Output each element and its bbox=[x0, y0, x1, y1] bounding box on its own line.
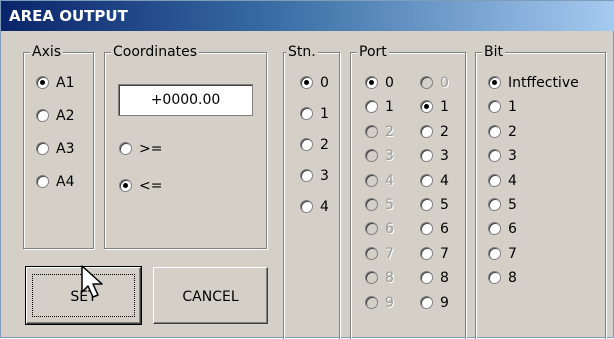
radio-circle-icon bbox=[36, 142, 49, 155]
radio-label: 0 bbox=[320, 75, 329, 91]
radio-label: 7 bbox=[508, 245, 517, 262]
radio-label: 2 bbox=[440, 123, 449, 140]
coordinates-group-label: Coordinates bbox=[111, 42, 200, 62]
radio-circle-icon bbox=[36, 76, 49, 89]
radio-circle-icon bbox=[488, 246, 501, 260]
radio-label: A1 bbox=[56, 75, 75, 91]
port-group-label: Port bbox=[357, 42, 389, 62]
radio-circle-icon bbox=[420, 173, 433, 187]
radio-label: >= bbox=[139, 141, 163, 157]
radio-circle-icon bbox=[420, 246, 433, 260]
radio-label: 0 bbox=[385, 75, 394, 91]
radio-circle-icon bbox=[488, 173, 501, 187]
radio-label: 0 bbox=[440, 75, 449, 91]
radio-circle-icon bbox=[300, 107, 313, 120]
radio-circle-icon bbox=[420, 295, 433, 309]
cancel-button[interactable]: CANCEL bbox=[153, 267, 268, 324]
radio-circle-icon bbox=[300, 138, 313, 151]
radio-label: 1 bbox=[320, 106, 329, 122]
axis-group-label: Axis bbox=[30, 42, 64, 62]
radio-label: <= bbox=[139, 178, 163, 194]
radio-label: 9 bbox=[385, 294, 394, 311]
radio-label: 1 bbox=[440, 99, 449, 116]
radio-circle-icon bbox=[300, 169, 313, 182]
radio-label: 2 bbox=[385, 123, 394, 140]
radio-label: 5 bbox=[385, 197, 394, 213]
radio-label: 6 bbox=[385, 221, 394, 238]
radio-circle-icon bbox=[300, 200, 313, 213]
radio-label: 8 bbox=[440, 270, 449, 287]
radio-circle-icon bbox=[119, 179, 132, 192]
radio-label: 4 bbox=[385, 172, 394, 189]
radio-circle-icon bbox=[119, 142, 132, 155]
radio-circle-icon bbox=[365, 76, 378, 89]
radio-circle-icon bbox=[36, 109, 49, 122]
radio-label: 7 bbox=[440, 245, 449, 262]
radio-label: 9 bbox=[440, 294, 449, 311]
radio-label: 3 bbox=[320, 168, 329, 184]
radio-label: 1 bbox=[508, 99, 517, 116]
radio-label: 8 bbox=[508, 270, 517, 287]
radio-circle-icon bbox=[365, 124, 378, 138]
station-group-label: Stn. bbox=[286, 42, 318, 62]
radio-label: 3 bbox=[508, 148, 517, 165]
radio-label: A3 bbox=[56, 141, 75, 157]
radio-circle-icon bbox=[488, 76, 501, 89]
radio-label: 5 bbox=[440, 197, 449, 213]
cancel-button-label: CANCEL bbox=[182, 289, 239, 305]
radio-label: 3 bbox=[440, 148, 449, 165]
radio-circle-icon bbox=[36, 175, 49, 188]
radio-label: 5 bbox=[508, 197, 517, 213]
radio-label: 4 bbox=[508, 172, 517, 189]
radio-circle-icon bbox=[488, 124, 501, 138]
radio-label: 7 bbox=[385, 245, 394, 262]
station-group: Stn. bbox=[283, 42, 340, 339]
radio-label: 4 bbox=[320, 199, 329, 215]
radio-circle-icon bbox=[420, 198, 433, 211]
radio-label: 6 bbox=[508, 221, 517, 238]
radio-label: A2 bbox=[56, 108, 75, 124]
mouse-pointer-icon bbox=[81, 265, 103, 298]
radio-label: 3 bbox=[385, 148, 394, 165]
radio-label: A4 bbox=[56, 174, 75, 190]
radio-circle-icon bbox=[420, 76, 433, 89]
coordinate-value-field[interactable]: +0000.00 bbox=[118, 84, 253, 116]
bit-group: Bit bbox=[475, 42, 606, 339]
radio-label: Intffective bbox=[508, 75, 579, 91]
radio-label: 4 bbox=[440, 172, 449, 189]
area-output-window: AREA OUTPUT Axis Coordinates +0000.00 St… bbox=[0, 0, 614, 339]
radio-circle-icon bbox=[420, 124, 433, 138]
bit-group-label: Bit bbox=[482, 42, 505, 62]
window-title: AREA OUTPUT bbox=[1, 1, 614, 31]
radio-circle-icon bbox=[365, 198, 378, 211]
radio-circle-icon bbox=[365, 295, 378, 309]
radio-label: 2 bbox=[320, 137, 329, 153]
radio-label: 2 bbox=[508, 123, 517, 140]
radio-label: 6 bbox=[440, 221, 449, 238]
radio-circle-icon bbox=[488, 198, 501, 211]
radio-label: 8 bbox=[385, 270, 394, 287]
radio-label: 1 bbox=[385, 99, 394, 116]
radio-circle-icon bbox=[365, 173, 378, 187]
radio-circle-icon bbox=[365, 246, 378, 260]
radio-circle-icon bbox=[300, 76, 313, 89]
